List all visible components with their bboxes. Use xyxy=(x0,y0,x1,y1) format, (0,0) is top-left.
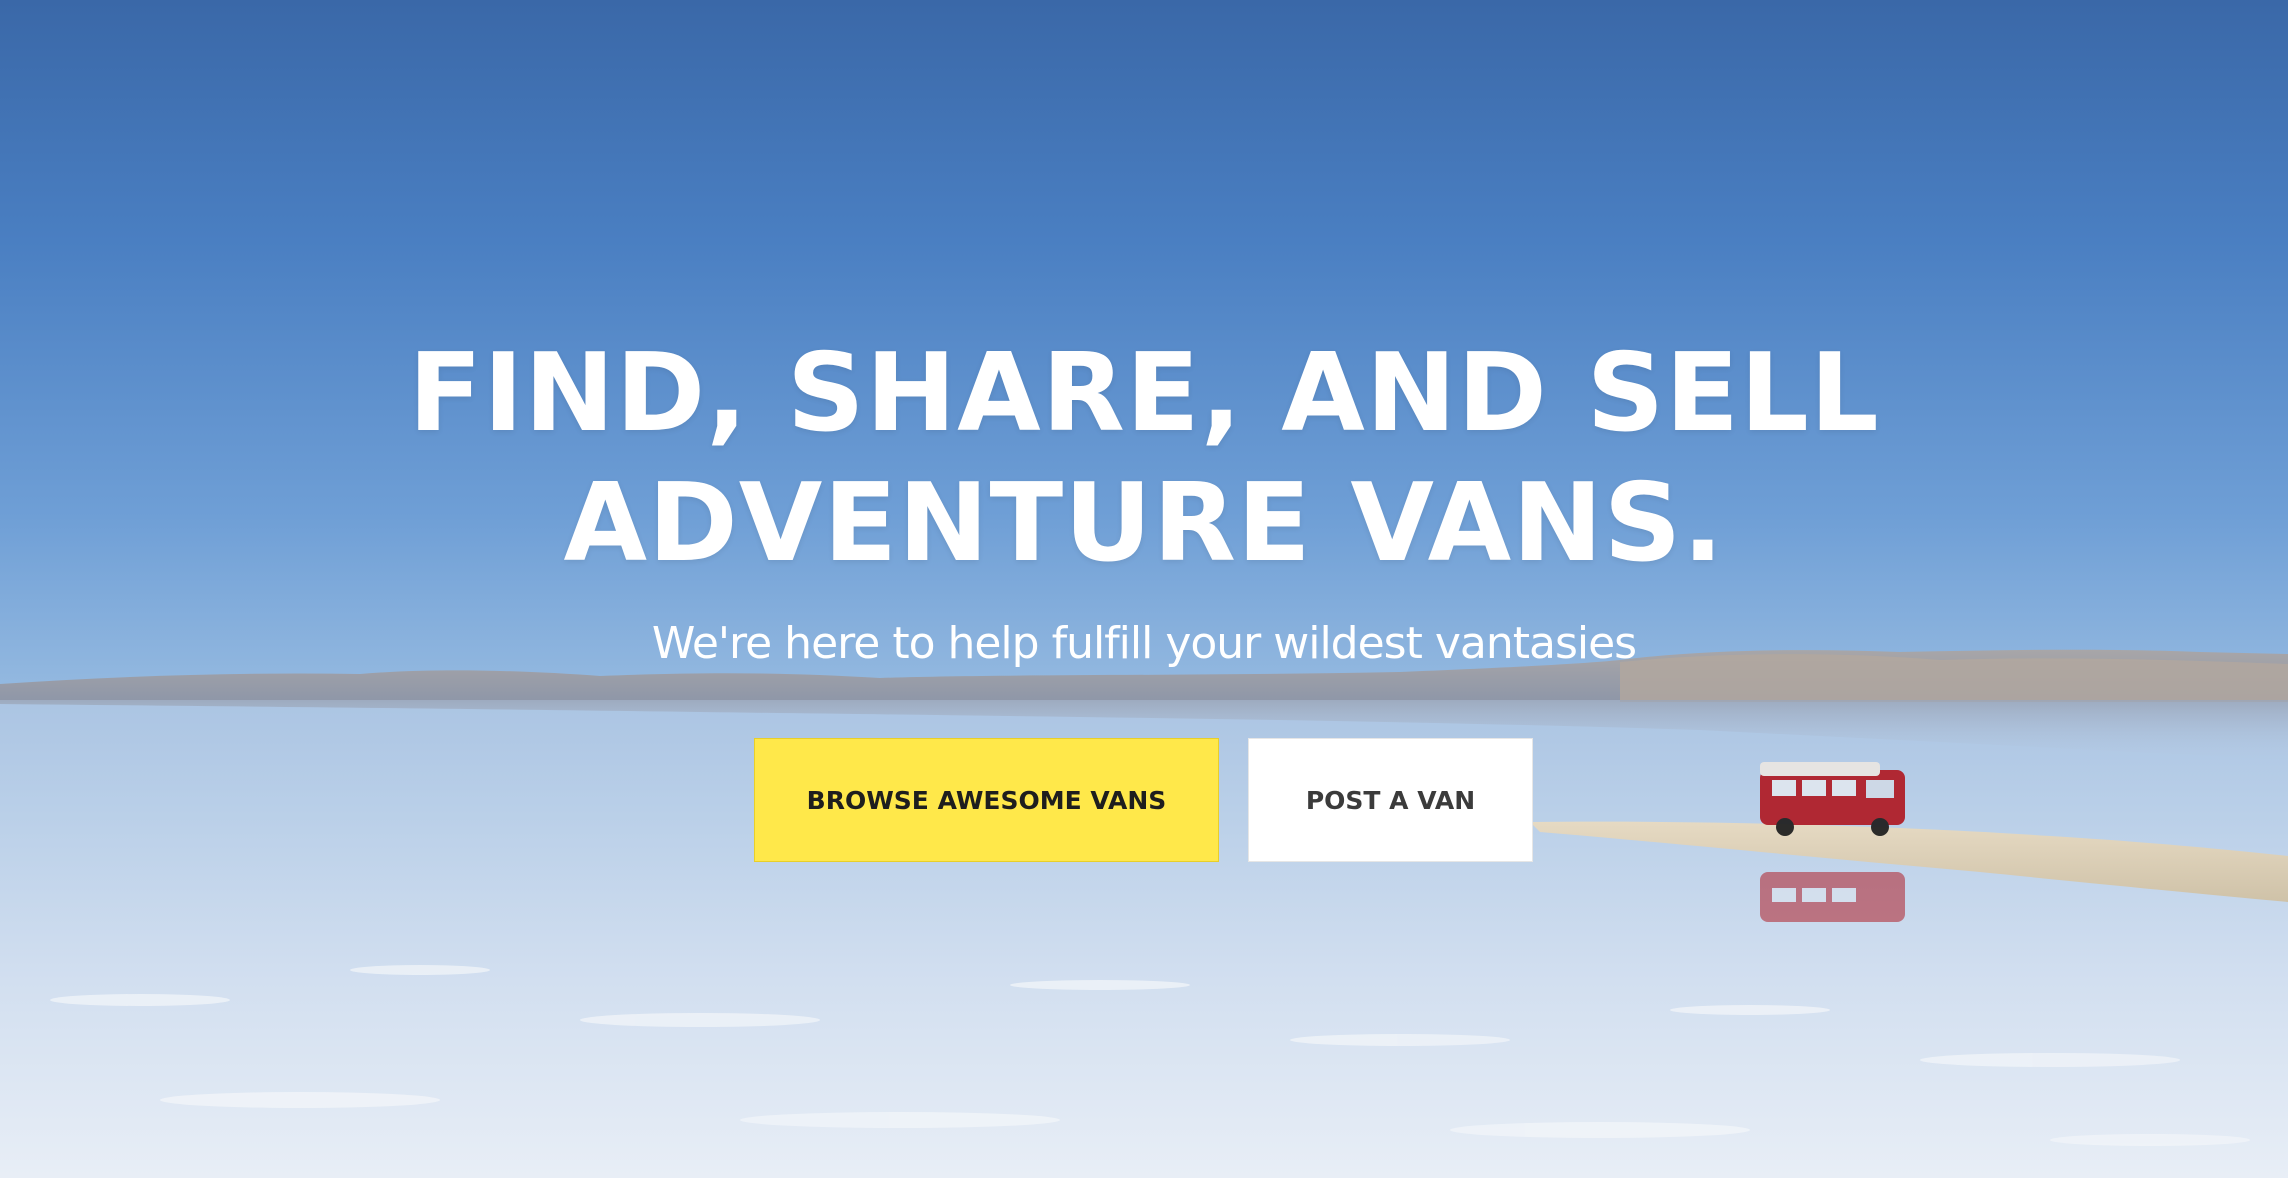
browse-vans-button-label: BROWSE AWESOME VANS xyxy=(806,785,1167,815)
post-van-button[interactable]: POST A VAN xyxy=(1248,738,1533,862)
hero-subtitle: We're here to help fulfill your wildest … xyxy=(651,618,1637,669)
browse-vans-button[interactable]: BROWSE AWESOME VANS xyxy=(754,738,1219,862)
hero-section: FIND, SHARE, AND SELL ADVENTURE VANS. We… xyxy=(0,0,2288,1178)
hero-content: FIND, SHARE, AND SELL ADVENTURE VANS. We… xyxy=(0,0,2288,1178)
hero-headline-line1: FIND, SHARE, AND SELL xyxy=(408,331,1880,456)
hero-headline-line2: ADVENTURE VANS. xyxy=(563,461,1725,586)
post-van-button-label: POST A VAN xyxy=(1305,785,1476,815)
